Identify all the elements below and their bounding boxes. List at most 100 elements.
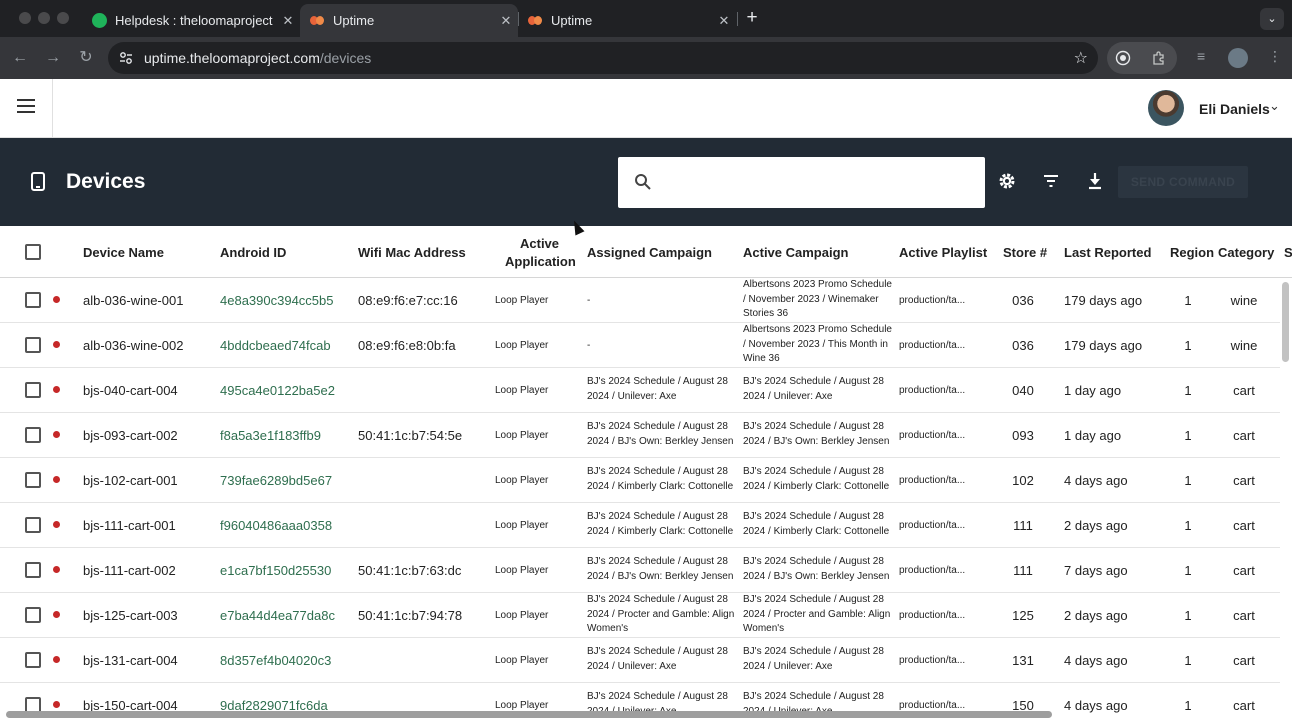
uptime-favicon-icon [310,13,325,28]
store-cell: 036 [1012,293,1034,308]
new-tab-plus-icon[interactable]: + [742,8,762,28]
column-header-wifi-mac[interactable]: Wifi Mac Address [358,245,466,260]
minimize-window-button[interactable] [38,12,50,24]
send-command-button[interactable]: SEND COMMAND [1118,166,1248,198]
row-checkbox[interactable] [25,652,41,668]
browser-tab-helpdesk[interactable]: Helpdesk : theloomaproject ✕ [82,4,300,37]
browser-menu-icon[interactable]: ⋮ [1268,48,1282,65]
back-arrow-icon[interactable]: ← [9,47,31,69]
row-checkbox[interactable] [25,292,41,308]
forward-arrow-icon[interactable]: → [42,47,64,69]
tab-title: Uptime [551,13,593,28]
android-id-link[interactable]: 4e8a390c394cc5b5 [220,293,334,308]
status-dot [53,611,60,618]
close-window-button[interactable] [19,12,31,24]
store-cell: 125 [1012,608,1034,623]
close-tab-icon[interactable]: ✕ [494,13,518,29]
row-checkbox[interactable] [25,472,41,488]
row-checkbox[interactable] [25,427,41,443]
row-checkbox[interactable] [25,607,41,623]
device-name-cell: bjs-093-cart-002 [83,428,178,443]
extension-globe-icon[interactable] [1115,50,1131,66]
select-all-checkbox[interactable] [25,244,41,260]
chevron-down-icon[interactable]: ⌄ [1269,98,1280,114]
status-dot [53,701,60,708]
url-domain: uptime.theloomaproject.com [144,50,320,66]
active-playlist-cell: production/ta... [899,475,966,486]
table-row[interactable]: bjs-111-cart-002 e1ca7bf150d25530 50:41:… [0,548,1280,593]
user-avatar[interactable] [1148,90,1184,126]
table-row[interactable]: alb-036-wine-001 4e8a390c394cc5b5 08:e9:… [0,278,1280,323]
column-header-assigned-campaign[interactable]: Assigned Campaign [587,245,712,260]
table-row[interactable]: bjs-093-cart-002 f8a5a3e1f183ffb9 50:41:… [0,413,1280,458]
table-row[interactable]: alb-036-wine-002 4bddcbeaed74fcab 08:e9:… [0,323,1280,368]
hamburger-menu-icon[interactable] [17,99,35,113]
store-cell: 093 [1012,428,1034,443]
table-row[interactable]: bjs-125-cart-003 e7ba44d4ea77da8c 50:41:… [0,593,1280,638]
row-checkbox[interactable] [25,382,41,398]
row-checkbox[interactable] [25,337,41,353]
category-cell: wine [1230,338,1258,353]
gear-icon[interactable] [997,170,1017,192]
region-cell: 1 [1184,293,1192,308]
column-header-category[interactable]: Category [1218,245,1274,260]
active-playlist-cell: production/ta... [899,385,966,396]
vertical-scrollbar[interactable] [1282,282,1289,362]
region-cell: 1 [1184,563,1192,578]
active-application-cell: Loop Player [495,655,549,666]
column-header-region[interactable]: Region [1170,245,1214,260]
row-checkbox[interactable] [25,562,41,578]
column-header-active-application[interactable]: Active [520,236,559,251]
browser-tab-uptime-active[interactable]: Uptime ✕ [300,4,518,37]
android-id-link[interactable]: e1ca7bf150d25530 [220,563,331,578]
last-reported-cell: 4 days ago [1064,698,1128,713]
column-header-android-id[interactable]: Android ID [220,245,286,260]
close-tab-icon[interactable]: ✕ [276,13,300,29]
table-row[interactable]: bjs-131-cart-004 8d357ef4b04020c3 Loop P… [0,638,1280,683]
bookmark-star-icon[interactable]: ☆ [1074,48,1088,68]
search-field[interactable] [618,157,985,208]
tab-search-chevron-icon[interactable]: ⌄ [1260,8,1284,30]
column-header-active-campaign[interactable]: Active Campaign [743,245,848,260]
active-campaign-cell: BJ's 2024 Schedule / August 28 2024 / Un… [743,646,884,672]
android-id-link[interactable]: e7ba44d4ea77da8c [220,608,335,623]
android-id-link[interactable]: 739fae6289bd5e67 [220,473,332,488]
column-header-overflow[interactable]: S [1284,245,1292,260]
category-cell: cart [1233,653,1255,668]
filter-icon[interactable] [1041,170,1061,192]
android-id-link[interactable]: f8a5a3e1f183ffb9 [220,428,321,443]
table-row[interactable]: bjs-111-cart-001 f96040486aaa0358 Loop P… [0,503,1280,548]
tab-separator [737,12,738,26]
zoom-window-button[interactable] [57,12,69,24]
active-campaign-cell: BJ's 2024 Schedule / August 28 2024 / BJ… [743,421,890,447]
device-name-cell: bjs-102-cart-001 [83,473,178,488]
column-header-device-name[interactable]: Device Name [83,245,164,260]
reading-list-icon[interactable]: ≡ [1197,48,1205,64]
search-input[interactable] [662,169,972,197]
browser-tab-uptime[interactable]: Uptime ✕ [518,4,736,37]
profile-avatar-icon[interactable] [1228,48,1248,68]
table-row[interactable]: bjs-102-cart-001 739fae6289bd5e67 Loop P… [0,458,1280,503]
category-cell: cart [1233,608,1255,623]
download-icon[interactable] [1085,170,1105,192]
region-cell: 1 [1184,338,1192,353]
device-name-cell: bjs-111-cart-002 [83,563,176,578]
extensions-puzzle-icon[interactable] [1151,50,1167,66]
table-row[interactable]: bjs-040-cart-004 495ca4e0122ba5e2 Loop P… [0,368,1280,413]
row-checkbox[interactable] [25,517,41,533]
close-tab-icon[interactable]: ✕ [712,13,736,29]
android-id-link[interactable]: 4bddcbeaed74fcab [220,338,331,353]
column-header-active-playlist[interactable]: Active Playlist [899,245,987,260]
android-id-link[interactable]: f96040486aaa0358 [220,518,332,533]
android-id-link[interactable]: 8d357ef4b04020c3 [220,653,331,668]
site-settings-icon[interactable] [118,50,134,66]
column-header-last-reported[interactable]: Last Reported [1064,245,1151,260]
active-campaign-cell: BJ's 2024 Schedule / August 28 2024 / Ki… [743,511,890,537]
user-name[interactable]: Eli Daniels [1199,101,1270,117]
column-header-store[interactable]: Store # [1003,245,1047,260]
active-campaign-cell: Albertsons 2023 Promo Schedule / Novembe… [743,279,892,319]
horizontal-scrollbar[interactable] [6,711,1052,718]
address-bar[interactable]: uptime.theloomaproject.com/devices ☆ [108,42,1098,74]
reload-icon[interactable]: ↻ [75,47,97,69]
android-id-link[interactable]: 495ca4e0122ba5e2 [220,383,335,398]
